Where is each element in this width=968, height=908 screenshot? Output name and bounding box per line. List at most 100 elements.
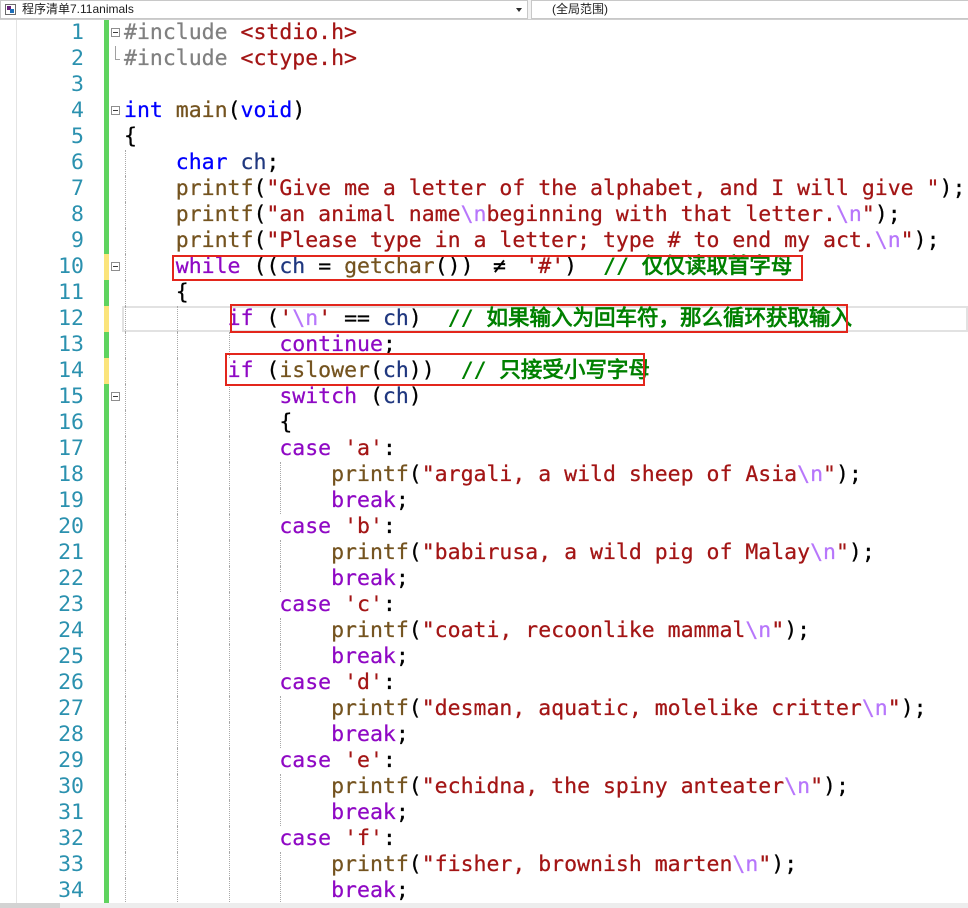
collapse-toggle-icon[interactable] [111,106,120,115]
change-indicator [104,592,109,618]
code-line: 12 if ('\n' == ch) // 如果输入为回车符，那么循环获取输入 [0,306,968,332]
code-text[interactable]: printf("Please type in a letter; type # … [124,228,940,254]
code-text[interactable]: char ch; [124,150,280,176]
punctuation: { [124,124,137,149]
code-text[interactable]: switch (ch) [124,384,422,410]
change-indicator [104,124,109,150]
code-line: 17 case 'a': [0,436,968,462]
line-number: 31 [58,800,84,825]
scope-dropdown[interactable]: (全局范围) [531,0,968,19]
type-keyword: char [175,150,228,175]
code-text[interactable]: printf("fisher, brownish marten\n"); [124,852,797,878]
punctuation: : [382,436,396,461]
string-literal: "echidna, the spiny anteater [421,774,785,799]
code-text[interactable]: { [124,410,292,436]
code-text[interactable]: #include <ctype.h> [124,46,357,72]
code-text[interactable]: int main(void) [124,98,306,124]
collapse-toggle-icon[interactable] [111,262,120,271]
string-literal: "Give me a letter of the alphabet, and I… [266,176,940,201]
string-literal: "coati, recoonlike mammal [421,618,746,643]
code-text[interactable]: break; [124,722,409,748]
code-line: 2 #include <ctype.h> [0,46,968,72]
code-text[interactable]: { [124,280,189,306]
code-line: 13 continue; [0,332,968,358]
collapse-toggle-icon[interactable] [111,392,120,401]
line-number: 11 [58,280,84,305]
code-text[interactable]: break; [124,878,409,904]
variable-name: ch [382,384,409,409]
code-text[interactable]: continue; [124,332,396,358]
punctuation: { [175,280,189,305]
code-text[interactable]: case 'e': [124,748,396,774]
line-number: 9 [71,228,84,253]
function-name: printf [331,618,409,643]
punctuation: ; [382,332,396,357]
change-indicator [104,540,109,566]
collapse-toggle-icon[interactable] [111,28,120,37]
code-text[interactable]: case 'c': [124,592,396,618]
code-line: 15 switch (ch) [0,384,968,410]
line-number: 34 [58,878,84,903]
horizontal-scrollbar[interactable] [0,903,968,908]
string-literal: ' [318,306,332,331]
code-line: 9 printf("Please type in a letter; type … [0,228,968,254]
line-number: 20 [58,514,84,539]
code-text[interactable]: printf("desman, aquatic, molelike critte… [124,696,927,722]
code-text[interactable]: printf("argali, a wild sheep of Asia\n")… [124,462,862,488]
preprocessor-directive: #include [124,20,241,45]
punctuation: ; [395,800,409,825]
code-text[interactable]: if (islower(ch)) // 只接受小写字母 [124,358,649,384]
line-number: 18 [58,462,84,487]
punctuation: ( [227,98,241,123]
function-name: printf [175,228,254,253]
punctuation: ); [900,696,927,721]
punctuation: )) [408,358,461,383]
code-line: 25 break; [0,644,968,670]
punctuation: ; [266,150,280,175]
code-text[interactable]: case 'd': [124,670,396,696]
change-indicator [104,410,109,436]
line-number: 4 [71,98,84,123]
code-text[interactable]: printf("echidna, the spiny anteater\n"); [124,774,849,800]
code-text[interactable]: break; [124,488,409,514]
code-text[interactable]: break; [124,800,409,826]
code-text[interactable]: printf("babirusa, a wild pig of Malay\n"… [124,540,875,566]
chevron-down-icon[interactable] [516,8,522,12]
code-line: 10 while ((ch = getchar()) ≠ '#') // 仅仅读… [0,254,968,280]
code-text[interactable]: case 'a': [124,436,396,462]
punctuation [124,332,279,357]
control-keyword: if [227,358,254,383]
string-literal: " [835,540,849,565]
code-text[interactable]: break; [124,644,409,670]
punctuation [124,722,331,747]
line-number: 3 [71,72,84,97]
punctuation: ) [408,306,448,331]
punctuation [331,436,344,461]
code-text[interactable]: { [124,124,137,150]
punctuation [124,774,331,799]
punctuation: ( [408,540,422,565]
punctuation [124,852,331,877]
string-literal: "Please type in a letter; type # to end … [266,228,875,253]
punctuation [124,176,176,201]
code-text[interactable]: break; [124,566,409,592]
change-indicator [104,332,109,358]
project-dropdown[interactable]: 程序清单7.11animals [0,0,528,19]
punctuation [331,592,344,617]
code-text[interactable]: printf("Give me a letter of the alphabet… [124,176,966,202]
punctuation [124,670,279,695]
code-text[interactable]: printf("coati, recoonlike mammal\n"); [124,618,810,644]
code-text[interactable]: while ((ch = getchar()) ≠ '#') // 仅仅读取首字… [124,254,793,280]
punctuation [124,228,176,253]
line-number: 29 [58,748,84,773]
punctuation [124,800,331,825]
code-editor[interactable]: 1 #include <stdio.h> 2 #include <ctype.h> 3 4… [0,20,968,908]
zoom-control[interactable] [0,903,60,908]
code-text[interactable]: #include <stdio.h> [124,20,357,46]
code-text[interactable]: case 'f': [124,826,396,852]
punctuation: ; [395,722,409,747]
code-text[interactable]: if ('\n' == ch) // 如果输入为回车符，那么循环获取输入 [124,306,852,332]
code-text[interactable]: printf("an animal name\nbeginning with t… [124,202,901,228]
control-keyword: case [279,592,332,617]
code-text[interactable]: case 'b': [124,514,396,540]
